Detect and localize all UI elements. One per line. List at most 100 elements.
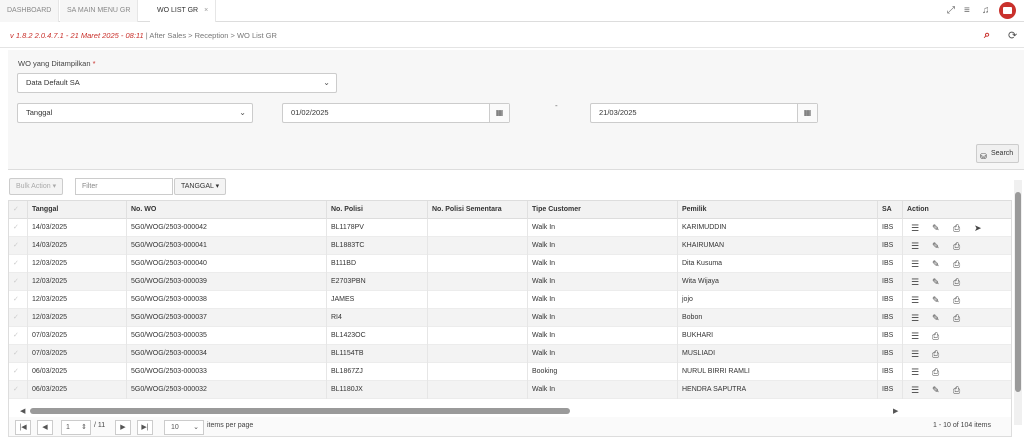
print-icon[interactable]: ⎙ [953, 384, 960, 396]
list-icon[interactable]: ☰ [911, 240, 919, 252]
table-row[interactable]: ✓ 12/03/2025 5G0/WOG/2503-000040 B111BD Walk… [9, 255, 1011, 273]
scroll-thumb[interactable] [30, 408, 570, 414]
cell-pemilik: KARIMUDDIN [677, 219, 877, 237]
print-icon[interactable]: ⎙ [953, 258, 960, 270]
print-icon[interactable]: ⎙ [932, 366, 939, 378]
send-icon[interactable]: ➤ [974, 222, 982, 234]
fullscreen-icon[interactable]: ⤢ [947, 5, 955, 16]
col-pemilik[interactable]: Pemilik [677, 201, 877, 219]
edit-icon[interactable]: ✎ [932, 276, 940, 288]
cell-sa: IBS [877, 219, 902, 237]
next-page-button[interactable]: ▶ [115, 420, 131, 435]
date-from-input[interactable]: 01/02/2025 ▦ [282, 103, 510, 123]
table-row[interactable]: ✓ 06/03/2025 5G0/WOG/2503-000033 BL1867ZJ Bo… [9, 363, 1011, 381]
print-icon[interactable]: ⎙ [953, 240, 960, 252]
row-checkbox[interactable]: ✓ [13, 385, 19, 393]
prev-page-button[interactable]: ◀ [37, 420, 53, 435]
edit-icon[interactable]: ✎ [932, 384, 940, 396]
tab-dashboard[interactable]: DASHBOARD [0, 0, 60, 22]
col-tipe-customer[interactable]: Tipe Customer [527, 201, 677, 219]
print-icon[interactable]: ⎙ [932, 348, 939, 360]
list-icon[interactable]: ☰ [911, 294, 919, 306]
scroll-thumb[interactable] [1015, 192, 1021, 392]
print-icon[interactable]: ⎙ [932, 330, 939, 342]
table-row[interactable]: ✓ 12/03/2025 5G0/WOG/2503-000037 RI4 Walk In… [9, 309, 1011, 327]
edit-icon[interactable]: ✎ [932, 240, 940, 252]
cell-pemilik: KHAIRUMAN [677, 237, 877, 255]
print-icon[interactable]: ⎙ [953, 294, 960, 306]
cell-tipe-customer: Walk In [527, 345, 677, 363]
first-page-button[interactable]: |◀ [15, 420, 31, 435]
cell-pemilik: Wita Wijaya [677, 273, 877, 291]
table-row[interactable]: ✓ 07/03/2025 5G0/WOG/2503-000035 BL1423OC Wa… [9, 327, 1011, 345]
list-icon[interactable]: ☰ [911, 276, 919, 288]
scroll-right-arrow[interactable]: ▶ [893, 407, 898, 415]
page-input[interactable]: 1 ⇕ [61, 420, 91, 435]
wo-select[interactable]: Data Default SA ⌄ [17, 73, 337, 93]
list-icon[interactable]: ☰ [911, 366, 919, 378]
print-icon[interactable]: ⎙ [953, 276, 960, 288]
close-icon[interactable]: × [204, 7, 208, 14]
avatar[interactable] [999, 2, 1016, 19]
page-size-select[interactable]: 10 ⌄ [164, 420, 204, 435]
list-icon[interactable]: ☰ [911, 384, 919, 396]
edit-icon[interactable]: ✎ [932, 312, 940, 324]
last-page-button[interactable]: ▶| [137, 420, 153, 435]
row-checkbox[interactable]: ✓ [13, 277, 19, 285]
row-checkbox[interactable]: ✓ [13, 367, 19, 375]
list-icon[interactable]: ☰ [911, 258, 919, 270]
row-checkbox[interactable]: ✓ [13, 349, 19, 357]
select-all-checkbox[interactable]: ✓ [13, 205, 19, 213]
col-tanggal[interactable]: Tanggal [27, 201, 126, 219]
col-sa[interactable]: SA [877, 201, 902, 219]
cell-pemilik: Dita Kusuma [677, 255, 877, 273]
vertical-scrollbar[interactable] [1014, 180, 1022, 425]
row-checkbox[interactable]: ✓ [13, 295, 19, 303]
list-icon[interactable]: ☰ [911, 330, 919, 342]
tab-label: SA MAIN MENU GR [67, 7, 131, 14]
list-icon[interactable]: ☰ [911, 312, 919, 324]
list-icon[interactable]: ☰ [911, 222, 919, 234]
col-no-polisi[interactable]: No. Polisi [326, 201, 427, 219]
search-icon[interactable]: ⌕ [984, 29, 990, 42]
print-icon[interactable]: ⎙ [953, 222, 960, 234]
cell-no-polisi-sementara [427, 273, 527, 291]
scroll-left-arrow[interactable]: ◀ [20, 407, 25, 415]
date-type-select[interactable]: Tanggal ⌄ [17, 103, 253, 123]
row-checkbox[interactable]: ✓ [13, 331, 19, 339]
calendar-icon[interactable]: ▦ [489, 104, 509, 122]
table-row[interactable]: ✓ 14/03/2025 5G0/WOG/2503-000041 BL1883TC Wa… [9, 237, 1011, 255]
cell-no-polisi-sementara [427, 363, 527, 381]
filter-input[interactable]: Filter [75, 178, 173, 195]
cell-no-polisi: BL1883TC [326, 237, 427, 255]
menu-icon[interactable]: ≡ [964, 5, 970, 16]
row-checkbox[interactable]: ✓ [13, 241, 19, 249]
cell-tipe-customer: Walk In [527, 381, 677, 399]
edit-icon[interactable]: ✎ [932, 258, 940, 270]
print-icon[interactable]: ⎙ [953, 312, 960, 324]
refresh-icon[interactable]: ⟳ [1008, 29, 1017, 42]
calendar-icon[interactable]: ▦ [797, 104, 817, 122]
tanggal-button[interactable]: TANGGAL ▾ [174, 178, 227, 195]
table-row[interactable]: ✓ 07/03/2025 5G0/WOG/2503-000034 BL1154TB Wa… [9, 345, 1011, 363]
tab-sa-main-menu[interactable]: SA MAIN MENU GR [60, 0, 139, 22]
table-row[interactable]: ✓ 06/03/2025 5G0/WOG/2503-000032 BL1180JX Wa… [9, 381, 1011, 399]
breadcrumb: v 1.8.2 2.0.4.7.1 - 21 Maret 2025 - 08:1… [10, 31, 277, 40]
bulk-action-button[interactable]: Bulk Action ▾ [9, 178, 64, 195]
col-no-wo[interactable]: No. WO [126, 201, 326, 219]
row-checkbox[interactable]: ✓ [13, 223, 19, 231]
list-icon[interactable]: ☰ [911, 348, 919, 360]
date-to-input[interactable]: 21/03/2025 ▦ [590, 103, 818, 123]
table-row[interactable]: ✓ 12/03/2025 5G0/WOG/2503-000038 JAMES Walk … [9, 291, 1011, 309]
row-checkbox[interactable]: ✓ [13, 259, 19, 267]
col-no-polisi-sementara[interactable]: No. Polisi Sementara [427, 201, 527, 219]
search-button[interactable]: ⛁ Search [976, 144, 1019, 163]
table-row[interactable]: ✓ 12/03/2025 5G0/WOG/2503-000039 E2703PBN Wa… [9, 273, 1011, 291]
row-checkbox[interactable]: ✓ [13, 313, 19, 321]
bell-icon[interactable]: ♫ [982, 5, 990, 16]
edit-icon[interactable]: ✎ [932, 294, 940, 306]
horizontal-scrollbar[interactable] [30, 408, 898, 414]
edit-icon[interactable]: ✎ [932, 222, 940, 234]
table-row[interactable]: ✓ 14/03/2025 5G0/WOG/2503-000042 BL1178PV Wa… [9, 219, 1011, 237]
tab-wo-list[interactable]: WO LIST GR × [150, 0, 217, 22]
